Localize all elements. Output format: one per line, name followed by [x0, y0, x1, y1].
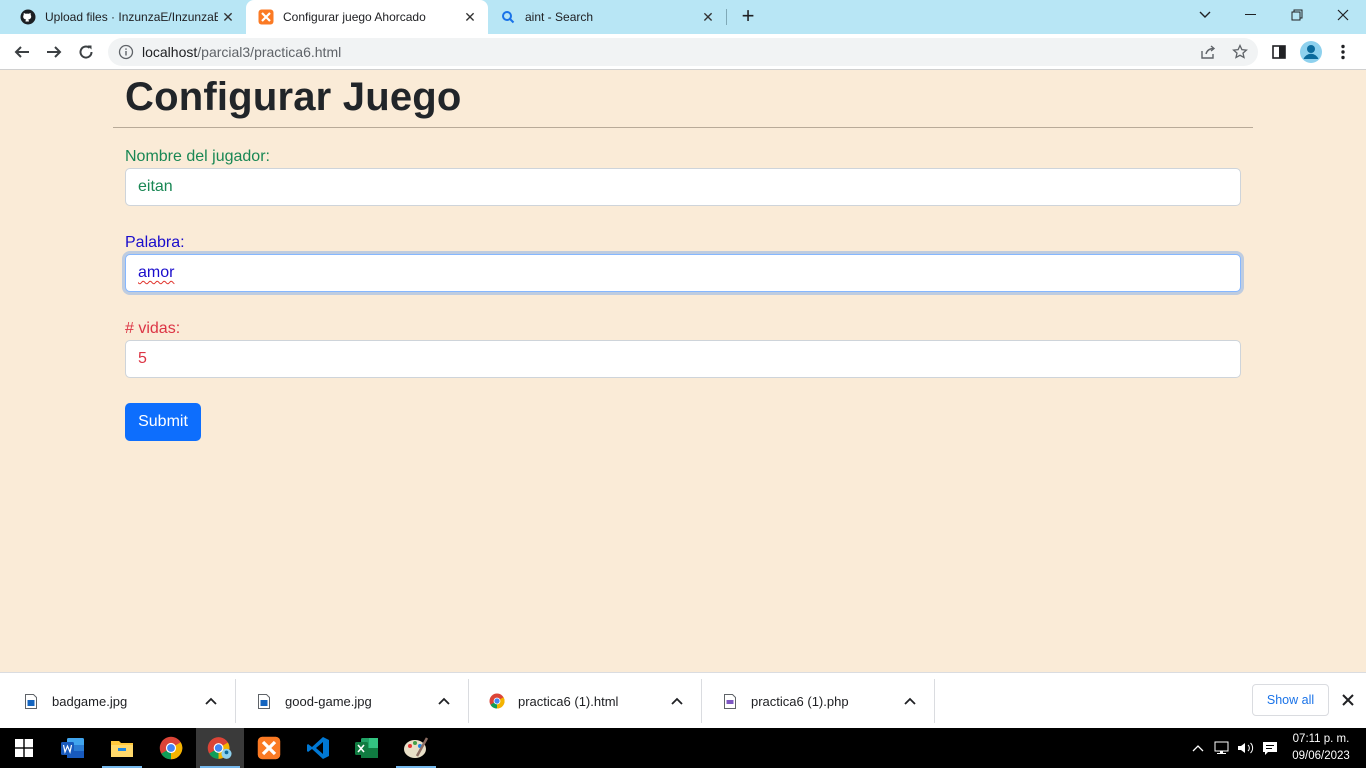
browser-menu-icon[interactable] [1330, 39, 1356, 65]
url-path: /parcial3/practica6.html [197, 44, 342, 60]
site-info-icon[interactable] [118, 44, 134, 60]
lives-value: 5 [138, 350, 147, 367]
show-all-downloads-button[interactable]: Show all [1252, 684, 1329, 716]
chevron-up-icon[interactable] [900, 691, 920, 711]
side-panel-icon[interactable] [1266, 39, 1292, 65]
github-icon [20, 9, 36, 25]
player-name-value: eitan [138, 178, 173, 195]
close-window-icon[interactable] [1320, 0, 1366, 30]
new-tab-button[interactable]: + [736, 5, 760, 29]
php-file-icon [722, 693, 738, 709]
image-file-icon [23, 693, 39, 709]
close-shelf-icon[interactable] [1337, 689, 1359, 711]
submit-button[interactable]: Submit [125, 403, 201, 441]
download-item[interactable]: badgame.jpg [3, 679, 236, 723]
clock-time: 07:11 p. m. [1292, 733, 1350, 745]
tab-title: Configurar juego Ahorcado [283, 10, 426, 24]
volume-icon[interactable] [1236, 738, 1256, 758]
lives-input[interactable]: 5 [125, 340, 1241, 378]
taskbar-clock[interactable]: 07:11 p. m. 09/06/2023 [1284, 731, 1358, 765]
file-explorer-icon[interactable] [98, 728, 146, 768]
profile-avatar-icon[interactable] [1298, 39, 1324, 65]
image-file-icon [256, 693, 272, 709]
share-icon[interactable] [1200, 44, 1216, 60]
lives-label: # vidas: [125, 320, 181, 337]
tab-search[interactable]: aint - Search ✕ [488, 0, 726, 34]
word-icon[interactable] [49, 728, 97, 768]
clock-date: 09/06/2023 [1292, 750, 1350, 762]
tab-strip: Upload files · InzunzaE/InzunzaE ✕ Confi… [0, 0, 1366, 34]
chrome-file-icon [489, 693, 505, 709]
download-item[interactable]: practica6 (1).php [702, 679, 935, 723]
address-bar[interactable]: localhost/parcial3/practica6.html [108, 38, 1258, 66]
close-tab-icon[interactable]: ✕ [218, 7, 238, 27]
tab-separator [726, 9, 727, 25]
tab-configurar-juego[interactable]: Configurar juego Ahorcado ✕ [246, 0, 488, 34]
xampp-icon [258, 9, 274, 25]
minimize-window-icon[interactable] [1228, 0, 1274, 30]
page-content: Configurar Juego Nombre del jugador: eit… [0, 71, 1366, 672]
chrome-icon[interactable] [147, 728, 195, 768]
download-item[interactable]: good-game.jpg [236, 679, 469, 723]
notifications-icon[interactable] [1260, 738, 1280, 758]
xampp-icon[interactable] [245, 728, 293, 768]
word-value: amor [138, 264, 175, 281]
page-title: Configurar Juego [125, 75, 462, 119]
close-tab-icon[interactable]: ✕ [698, 7, 718, 27]
player-name-input[interactable]: eitan [125, 168, 1241, 206]
tray-chevron-up-icon[interactable] [1188, 738, 1208, 758]
chevron-up-icon[interactable] [667, 691, 687, 711]
chevron-up-icon[interactable] [434, 691, 454, 711]
search-icon [500, 9, 516, 25]
chevron-up-icon[interactable] [201, 691, 221, 711]
paint-icon[interactable] [392, 728, 440, 768]
restore-window-icon[interactable] [1274, 0, 1320, 30]
download-item[interactable]: practica6 (1).html [469, 679, 702, 723]
network-icon[interactable] [1212, 738, 1232, 758]
browser-toolbar: localhost/parcial3/practica6.html [0, 34, 1366, 70]
chrome-profile-icon[interactable] [196, 728, 244, 768]
download-filename: practica6 (1).php [751, 693, 849, 709]
vscode-icon[interactable] [294, 728, 342, 768]
windows-taskbar: 07:11 p. m. 09/06/2023 [0, 728, 1366, 768]
forward-button[interactable] [41, 39, 67, 65]
word-label: Palabra: [125, 234, 185, 251]
url-host: localhost [142, 44, 198, 60]
player-name-label: Nombre del jugador: [125, 148, 270, 165]
tab-title: aint - Search [525, 10, 594, 24]
word-input[interactable]: amor [125, 254, 1241, 292]
download-filename: badgame.jpg [52, 693, 128, 709]
excel-icon[interactable] [343, 728, 391, 768]
title-divider [113, 127, 1253, 128]
reload-button[interactable] [73, 39, 99, 65]
back-button[interactable] [9, 39, 35, 65]
download-shelf: badgame.jpg good-game.jpg practica6 (1).… [0, 672, 1366, 728]
tab-search-dropdown-icon[interactable] [1182, 0, 1228, 30]
download-filename: practica6 (1).html [518, 693, 619, 709]
tab-title: Upload files · InzunzaE/InzunzaE [45, 10, 218, 24]
download-filename: good-game.jpg [285, 693, 372, 709]
tab-github-upload[interactable]: Upload files · InzunzaE/InzunzaE ✕ [8, 0, 246, 34]
bookmark-star-icon[interactable] [1232, 43, 1248, 60]
start-icon[interactable] [0, 728, 48, 768]
close-tab-icon[interactable]: ✕ [460, 7, 480, 27]
